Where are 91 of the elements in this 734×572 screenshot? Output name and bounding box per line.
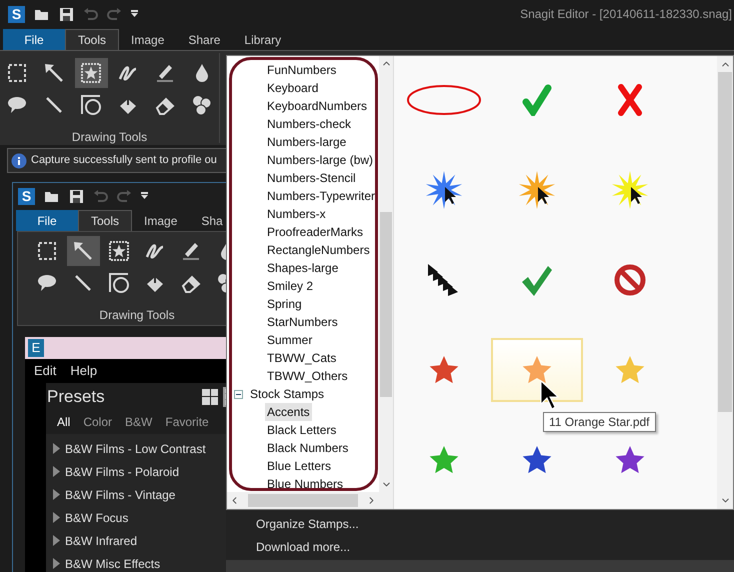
ribbon-tab[interactable]: Image	[132, 210, 190, 231]
tree-item[interactable]: Summer	[265, 331, 314, 349]
tree-item[interactable]: Numbers-x	[265, 205, 328, 223]
ribbon-tab[interactable]: Tools	[65, 29, 120, 50]
filter-tab[interactable]: Favorite	[165, 413, 209, 431]
vertical-scrollbar[interactable]	[717, 56, 733, 509]
star-stamp-icon	[614, 444, 646, 476]
ribbon-tab[interactable]: Image	[119, 29, 176, 50]
large-grid-view-button[interactable]	[200, 386, 220, 406]
expand-triangle-icon	[53, 535, 60, 546]
star-stamp-icon	[107, 239, 131, 263]
collapse-icon[interactable]	[234, 390, 243, 398]
tool-button[interactable]	[74, 58, 108, 88]
app-logo[interactable]: E	[28, 339, 44, 357]
panel-title: Presets	[47, 386, 105, 408]
star-stamp-icon	[520, 354, 553, 386]
tool-group-label: Drawing Tools	[72, 129, 148, 146]
tree-item[interactable]: Smiley 2	[265, 277, 316, 295]
dropdown-icon[interactable]	[131, 10, 138, 18]
save-icon[interactable]	[59, 6, 74, 22]
tree-item[interactable]: Black Letters	[265, 421, 338, 439]
folder-icon[interactable]	[44, 189, 60, 203]
tree-item[interactable]: Numbers-large (bw)	[265, 151, 375, 169]
ribbon-tab[interactable]: File	[3, 29, 65, 50]
tree-item[interactable]: TBWW_Cats	[265, 349, 338, 367]
star-stamp-icon	[79, 61, 103, 85]
expand-triangle-icon	[53, 489, 60, 500]
filter-tab[interactable]: Color	[83, 413, 112, 431]
dropdown-icon[interactable]	[141, 192, 148, 200]
tool-group-label: Drawing Tools	[99, 307, 175, 324]
expand-triangle-icon	[53, 443, 60, 454]
tree-item[interactable]: RectangleNumbers	[265, 241, 372, 259]
tree-item[interactable]: Stock Stamps	[248, 385, 326, 403]
window-title: Snagit Editor - [20140611-182330.snag]	[520, 6, 732, 23]
tree-item[interactable]: FunNumbers	[265, 61, 338, 79]
vertical-scrollbar[interactable]	[379, 56, 393, 492]
filter-tab[interactable]: B&W	[125, 413, 152, 431]
starburst-cursor-stamp-icon	[610, 170, 650, 210]
tree-item[interactable]: Accents	[265, 403, 312, 421]
prohibition-sign-stamp-icon	[614, 264, 646, 296]
tooltip: 11 Orange Star.pdf	[543, 412, 656, 432]
expand-triangle-icon	[53, 466, 60, 477]
star-stamp-icon	[428, 354, 460, 386]
tree-item[interactable]: ProofreaderMarks	[265, 223, 366, 241]
expand-triangle-icon	[53, 558, 60, 569]
shape-icon	[107, 271, 131, 295]
notification-text: Capture successfully sent to profile ou	[31, 153, 217, 168]
tree-item[interactable]: Black Numbers	[265, 439, 350, 457]
expand-triangle-icon	[53, 512, 60, 523]
tree-item[interactable]: KeyboardNumbers	[265, 97, 370, 115]
ribbon-tab[interactable]: Sha	[189, 210, 235, 231]
tree-item[interactable]: Blue Numbers	[265, 475, 346, 488]
starburst-cursor-stamp-icon	[516, 170, 557, 210]
app-logo[interactable]: S	[18, 188, 35, 204]
tree-item[interactable]: TBWW_Others	[265, 367, 350, 385]
star-stamp-icon	[614, 354, 646, 386]
menu-item[interactable]: Help	[70, 361, 98, 381]
tree-item[interactable]: Numbers-large	[265, 133, 348, 151]
star-stamp-icon	[428, 444, 460, 476]
save-icon[interactable]	[69, 188, 84, 204]
stamp-cell[interactable]	[491, 338, 583, 402]
folder-icon[interactable]	[34, 7, 50, 21]
info-icon	[11, 152, 27, 168]
cross-mark-stamp-icon	[617, 83, 644, 117]
filter-tab[interactable]: All	[57, 413, 70, 431]
check-mark-stamp-icon	[522, 84, 552, 116]
tree-item[interactable]: StarNumbers	[265, 313, 340, 331]
star-stamp-icon	[520, 444, 553, 476]
app-logo[interactable]: S	[8, 6, 25, 22]
tree-item[interactable]: Shapes-large	[265, 259, 340, 277]
ribbon-tab[interactable]: Tools	[78, 210, 132, 231]
menu-item[interactable]: Download more...	[256, 538, 734, 556]
tree-item[interactable]: Spring	[265, 295, 304, 313]
tree-item[interactable]: Keyboard	[265, 79, 320, 97]
starburst-cursor-stamp-icon	[424, 170, 464, 210]
ribbon-tab[interactable]: File	[16, 210, 78, 231]
ribbon-tab[interactable]: Share	[176, 29, 232, 50]
tree-item[interactable]: Numbers-check	[265, 115, 354, 133]
ribbon-tab[interactable]: Library	[232, 29, 294, 50]
menu-item[interactable]: Organize Stamps...	[256, 515, 734, 533]
tree-item[interactable]: Blue Letters	[265, 457, 334, 475]
tree-item[interactable]: Numbers-Stencil	[265, 169, 358, 187]
tool-button[interactable]	[66, 236, 100, 266]
ellipse-stamp-icon	[406, 84, 482, 116]
tree-item[interactable]: Numbers-Typewriter	[265, 187, 375, 205]
selection-icon	[5, 61, 29, 85]
horizontal-scrollbar[interactable]	[227, 492, 393, 509]
selection-icon	[35, 239, 59, 263]
mouse-cursor-icon	[540, 380, 560, 410]
menu-item[interactable]: Edit	[34, 361, 56, 381]
shape-icon	[79, 93, 103, 117]
